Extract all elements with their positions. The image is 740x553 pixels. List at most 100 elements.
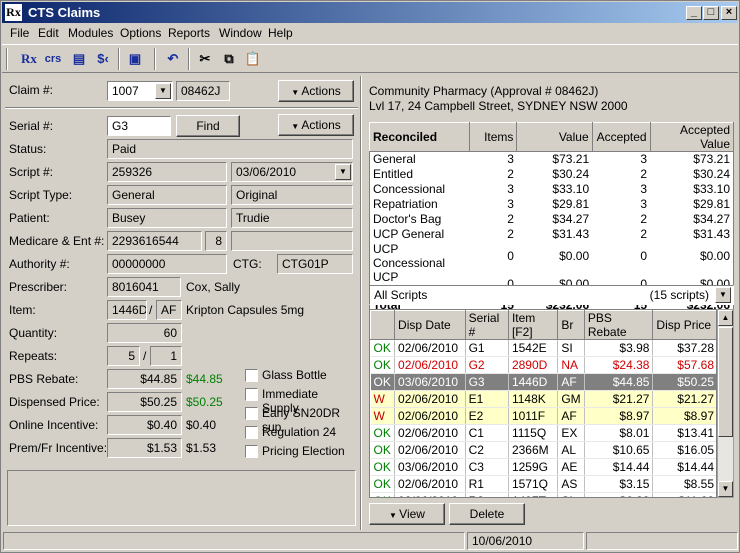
rx-icon[interactable]: Rx xyxy=(18,49,40,69)
menu-modules[interactable]: Modules xyxy=(68,26,113,40)
patient-first-name: Trudie xyxy=(231,208,353,228)
glass-bottle-label: Glass Bottle xyxy=(262,368,327,382)
regulation-24-checkbox[interactable] xyxy=(245,426,258,439)
recon-cell: $30.24 xyxy=(552,167,590,181)
script-row[interactable]: W 02/06/2010 E1 1148K GM $21.27 $21.27 xyxy=(370,390,716,408)
script-row[interactable]: OK 03/06/2010 G3 1446D AF $44.85 $50.25 xyxy=(370,373,716,391)
dropdown-arrow-icon: ▼ xyxy=(291,88,302,97)
status-panel-extra xyxy=(586,532,738,550)
script-filter-select[interactable]: All Scripts (15 scripts) xyxy=(369,285,734,305)
script-cell: $8.55 xyxy=(652,475,716,493)
medicare-number: 2293616544 xyxy=(107,231,202,251)
script-row[interactable]: OK 02/06/2010 G1 1542E SI $3.98 $37.28 xyxy=(370,339,716,357)
patient-last-name: Busey xyxy=(107,208,227,228)
chevron-down-icon[interactable]: ▼ xyxy=(335,164,351,180)
scripts-header[interactable] xyxy=(370,310,396,340)
script-cell: OK xyxy=(370,475,396,493)
view-button[interactable]: ▼ View xyxy=(369,503,445,525)
script-cell: 02/06/2010 xyxy=(394,339,466,357)
glass-bottle-checkbox[interactable] xyxy=(245,369,258,382)
serial-input[interactable]: G3 xyxy=(107,116,171,136)
script-cell: 1446D xyxy=(508,373,559,391)
menu-reports[interactable]: Reports xyxy=(168,26,210,40)
scripts-header[interactable]: Item [F2] xyxy=(507,310,559,340)
script-row[interactable]: OK02/06/2010R21497TSI$6.28$11.68 xyxy=(370,492,716,497)
menu-help[interactable]: Help xyxy=(268,26,293,40)
script-cell: W xyxy=(370,390,396,408)
panel-splitter[interactable] xyxy=(360,76,362,530)
script-cell: 02/06/2010 xyxy=(394,475,466,493)
status-label: Status: xyxy=(9,142,47,156)
chevron-down-icon[interactable]: ▼ xyxy=(155,83,171,99)
minimize-button[interactable]: _ xyxy=(686,6,702,20)
script-row[interactable]: OK 02/06/2010 G2 2890D NA $24.38 $57.68 xyxy=(370,356,716,374)
claim-code: 08462J xyxy=(176,81,230,101)
prem-incentive-value: $1.53 xyxy=(186,441,217,455)
script-row[interactable]: OK 03/06/2010 C3 1259G AE $14.44 $14.44 xyxy=(370,458,716,476)
chevron-down-icon[interactable]: ▼ xyxy=(715,287,731,303)
quantity-field: 60 xyxy=(107,323,182,343)
dispensed-price-field: $50.25 xyxy=(107,392,182,412)
list-icon[interactable]: ▤ xyxy=(68,49,90,69)
recon-cell: 3 xyxy=(640,152,648,167)
menu-options[interactable]: Options xyxy=(120,26,161,40)
dropdown-arrow-icon: ▼ xyxy=(389,511,400,520)
claim-actions-button[interactable]: ▼ Actions xyxy=(278,80,354,102)
ctg-label: CTG: xyxy=(233,257,262,271)
maximize-button[interactable]: □ xyxy=(703,6,719,20)
script-cell: AF xyxy=(557,407,585,425)
recon-cell: 2 xyxy=(640,167,648,181)
medicare-label: Medicare & Ent #: xyxy=(9,234,105,248)
pricing-election-checkbox[interactable] xyxy=(245,445,258,458)
paste-icon[interactable]: 📋 xyxy=(242,49,264,69)
script-cell: $50.25 xyxy=(652,373,716,391)
find-button[interactable]: Find xyxy=(176,115,240,137)
script-cell: OK xyxy=(370,356,396,374)
claim-details-panel: Claim #: 1007 ▼ 08462J ▼ Actions Serial … xyxy=(5,76,358,530)
scripts-header[interactable]: Disp Price xyxy=(652,310,716,340)
early-supply-checkbox[interactable] xyxy=(245,407,258,420)
menu-edit[interactable]: Edit xyxy=(38,26,59,40)
recon-header: Accepted xyxy=(591,122,651,152)
crs-icon[interactable]: crs xyxy=(42,49,64,69)
script-row[interactable]: OK 02/06/2010 C2 2366M AL $10.65 $16.05 xyxy=(370,441,716,459)
medicare-ref: 8 xyxy=(205,231,227,251)
script-cell: R1 xyxy=(465,475,509,493)
script-cell: 1259G xyxy=(508,458,559,476)
scroll-thumb[interactable] xyxy=(718,327,733,437)
form-icon[interactable]: ▣ xyxy=(124,49,146,69)
scroll-down-icon[interactable]: ▼ xyxy=(718,481,733,497)
scripts-scrollbar[interactable]: ▲ ▼ xyxy=(717,309,734,498)
recon-cell: 3 xyxy=(507,152,514,167)
recon-cell: $29.81 xyxy=(552,197,590,211)
scripts-header[interactable]: Br xyxy=(557,310,585,340)
authority-label: Authority #: xyxy=(9,257,70,271)
regulation-24-label: Regulation 24 xyxy=(262,425,337,439)
menu-file[interactable]: File xyxy=(10,26,29,40)
scroll-up-icon[interactable]: ▲ xyxy=(718,310,733,326)
delete-button[interactable]: Delete xyxy=(449,503,525,525)
recon-cell: $73.21 xyxy=(552,152,590,167)
scripts-header[interactable]: Serial # xyxy=(464,310,509,340)
script-row[interactable]: OK 02/06/2010 C1 1115Q EX $8.01 $13.41 xyxy=(370,424,716,442)
scripts-header[interactable]: Disp Date xyxy=(394,310,466,340)
cut-icon[interactable]: ✂ xyxy=(194,49,216,69)
script-cell: $14.44 xyxy=(584,458,654,476)
dollar-icon[interactable]: $‹ xyxy=(92,49,114,69)
script-cell: $21.27 xyxy=(584,390,654,408)
close-button[interactable]: × xyxy=(721,6,737,20)
immediate-supply-checkbox[interactable] xyxy=(245,388,258,401)
copy-icon[interactable]: ⧉ xyxy=(218,49,240,69)
script-cell: 1542E xyxy=(508,339,559,357)
dispensed-price-label: Dispensed Price: xyxy=(9,395,100,409)
scripts-header[interactable]: PBS Rebate xyxy=(583,310,654,340)
menu-window[interactable]: Window xyxy=(219,26,262,40)
undo-icon[interactable]: ↶ xyxy=(162,49,184,69)
script-cell: $11.68 xyxy=(652,492,716,497)
serial-actions-button[interactable]: ▼ Actions xyxy=(278,114,354,136)
recon-cell: $0.00 xyxy=(559,248,590,263)
status-date: 10/06/2010 xyxy=(467,532,584,550)
script-row[interactable]: OK 02/06/2010 R1 1571Q AS $3.15 $8.55 xyxy=(370,475,716,493)
script-cell: $16.05 xyxy=(652,441,716,459)
script-row[interactable]: W 02/06/2010 E2 1011F AF $8.97 $8.97 xyxy=(370,407,716,425)
